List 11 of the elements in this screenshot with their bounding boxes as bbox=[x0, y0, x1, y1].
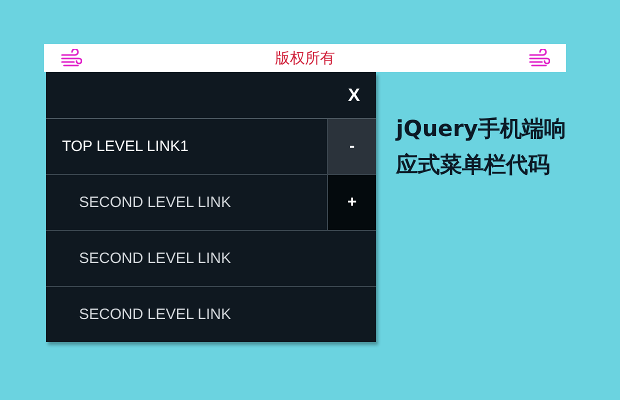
page-title: jQuery手机端响应式菜单栏代码 bbox=[396, 116, 568, 180]
menu-link[interactable]: SECOND LEVEL LINK bbox=[46, 231, 376, 286]
wind-icon bbox=[60, 49, 82, 67]
close-button[interactable]: X bbox=[332, 80, 376, 110]
menu-link[interactable]: SECOND LEVEL LINK bbox=[46, 175, 327, 230]
copyright-text: 版权所有 bbox=[275, 48, 335, 68]
toggle-button[interactable]: - bbox=[327, 119, 376, 174]
toggle-button[interactable]: + bbox=[327, 175, 376, 230]
menu-link[interactable]: TOP LEVEL LINK1 bbox=[46, 119, 327, 174]
wind-icon bbox=[528, 49, 550, 67]
menu-link[interactable]: SECOND LEVEL LINK bbox=[46, 287, 376, 342]
